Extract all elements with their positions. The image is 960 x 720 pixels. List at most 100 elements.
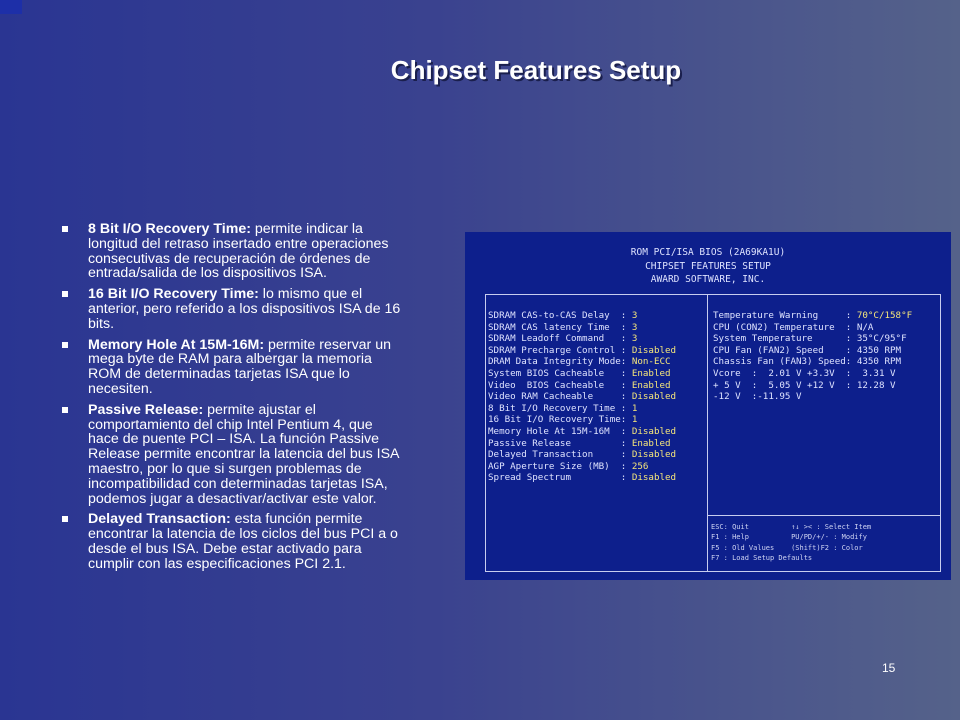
bios-horizontal-divider bbox=[708, 515, 940, 516]
setting-label: SDRAM CAS latency Time : bbox=[488, 321, 632, 333]
setting-value[interactable]: Enabled bbox=[632, 368, 671, 379]
bullet-item: 16 Bit I/O Recovery Time: lo mismo que e… bbox=[62, 287, 407, 331]
bios-key-help: ESC: Quit ↑↓ >< : Select Item F1 : Help … bbox=[711, 522, 871, 564]
monitor-value: 4350 RPM bbox=[856, 356, 902, 368]
setting-label: Passive Release : bbox=[488, 437, 632, 449]
bios-setting-row[interactable]: SDRAM Leadoff Command : 3 bbox=[488, 333, 676, 345]
monitor-row[interactable]: Temperature Warning : 70°C/158°F bbox=[713, 310, 912, 322]
monitor-label: System Temperature : bbox=[713, 333, 857, 345]
monitor-value: 35°C/95°F bbox=[856, 333, 907, 345]
setting-value[interactable]: Non-ECC bbox=[632, 356, 671, 367]
setting-value[interactable]: 256 bbox=[632, 461, 649, 472]
bios-setting-row[interactable]: DRAM Data Integrity Mode: Non-ECC bbox=[488, 356, 676, 368]
square-bullet-icon bbox=[62, 516, 68, 523]
setting-label: SDRAM CAS-to-CAS Delay : bbox=[488, 310, 632, 321]
setting-value[interactable]: Enabled bbox=[632, 438, 671, 449]
bios-setting-row[interactable]: 8 Bit I/O Recovery Time : 1 bbox=[488, 403, 676, 415]
bullet-term: Passive Release: bbox=[88, 401, 204, 418]
key-help-line: F5 : Old Values (Shift)F2 : Color bbox=[711, 543, 863, 552]
bullet-item: Passive Release: permite ajustar el comp… bbox=[62, 401, 407, 507]
setting-label: AGP Aperture Size (MB) : bbox=[488, 460, 632, 472]
setting-label: 16 Bit I/O Recovery Time: bbox=[488, 414, 632, 426]
bios-setting-row[interactable]: Passive Release : Enabled bbox=[488, 438, 676, 450]
setting-label: DRAM Data Integrity Mode: bbox=[488, 356, 632, 368]
monitor-value[interactable]: 70°C/158°F bbox=[857, 310, 912, 321]
square-bullet-icon bbox=[62, 226, 68, 232]
bios-setting-row[interactable]: SDRAM Precharge Control : Disabled bbox=[488, 345, 676, 357]
square-bullet-icon bbox=[62, 406, 68, 413]
corner-mark bbox=[0, 0, 22, 14]
monitor-label: CPU Fan (FAN2) Speed : bbox=[713, 344, 857, 356]
monitor-value: 4350 RPM bbox=[856, 344, 902, 356]
setting-value[interactable]: 1 bbox=[632, 414, 638, 425]
monitor-label: Chassis Fan (FAN3) Speed: bbox=[713, 356, 857, 368]
bios-setting-row[interactable]: Memory Hole At 15M-16M : Disabled bbox=[488, 426, 676, 438]
bios-settings-frame: SDRAM CAS-to-CAS Delay : 3 SDRAM CAS lat… bbox=[485, 294, 941, 572]
bullet-term: 16 Bit I/O Recovery Time: bbox=[88, 286, 259, 303]
bullet-list: 8 Bit I/O Recovery Time: permite indicar… bbox=[62, 222, 407, 578]
slide-title: Chipset Features Setup bbox=[390, 55, 682, 85]
setting-label: Spread Spectrum : bbox=[488, 472, 632, 484]
setting-value[interactable]: Enabled bbox=[632, 380, 671, 391]
key-help-line: F7 : Load Setup Defaults bbox=[711, 554, 813, 563]
setting-value[interactable]: 1 bbox=[632, 403, 638, 414]
chipset-settings-list: SDRAM CAS-to-CAS Delay : 3 SDRAM CAS lat… bbox=[488, 310, 676, 484]
bullet-term: Delayed Transaction: bbox=[88, 511, 231, 528]
monitor-row: Chassis Fan (FAN3) Speed: 4350 RPM bbox=[713, 356, 912, 368]
bullet-item: 8 Bit I/O Recovery Time: permite indicar… bbox=[62, 222, 407, 281]
bios-header-line: AWARD SOFTWARE, INC. bbox=[650, 274, 766, 285]
bios-setting-row[interactable]: 16 Bit I/O Recovery Time: 1 bbox=[488, 414, 676, 426]
setting-label: Video BIOS Cacheable : bbox=[488, 379, 632, 391]
bullet-term: Memory Hole At 15M-16M: bbox=[88, 336, 265, 353]
monitor-value: N/A bbox=[856, 321, 874, 333]
bios-setting-row[interactable]: Video RAM Cacheable : Disabled bbox=[488, 391, 676, 403]
monitor-row: -12 V :-11.95 V bbox=[713, 391, 912, 403]
monitor-row: + 5 V : 5.05 V +12 V : 12.28 V bbox=[713, 380, 912, 392]
monitor-label: CPU (CON2) Temperature : bbox=[713, 321, 857, 333]
setting-label: 8 Bit I/O Recovery Time : bbox=[488, 402, 632, 414]
bullet-text: permite ajustar el comportamiento del ch… bbox=[88, 401, 399, 507]
square-bullet-icon bbox=[62, 291, 68, 298]
setting-label: Memory Hole At 15M-16M : bbox=[488, 425, 632, 437]
setting-label: Video RAM Cacheable : bbox=[488, 391, 632, 403]
setting-value[interactable]: Disabled bbox=[632, 345, 676, 356]
hardware-monitor-list: Temperature Warning : 70°C/158°F CPU (CO… bbox=[713, 310, 912, 403]
bios-setting-row[interactable]: Spread Spectrum : Disabled bbox=[488, 472, 676, 484]
bullet-item: Delayed Transaction: esta función permit… bbox=[62, 512, 407, 571]
setting-value[interactable]: 3 bbox=[632, 322, 638, 333]
setting-value[interactable]: Disabled bbox=[632, 426, 676, 437]
page-number: 15 bbox=[882, 661, 896, 675]
bios-screenshot: ROM PCI/ISA BIOS (2A69KA1U) CHIPSET FEAT… bbox=[465, 232, 951, 580]
bios-header-line: ROM PCI/ISA BIOS (2A69KA1U) bbox=[630, 247, 786, 258]
monitor-row: CPU (CON2) Temperature : N/A bbox=[713, 322, 912, 334]
setting-label: SDRAM Precharge Control : bbox=[488, 344, 632, 356]
setting-value[interactable]: Disabled bbox=[632, 391, 676, 402]
key-help-line: ESC: Quit ↑↓ >< : Select Item bbox=[711, 523, 872, 531]
bios-setting-row[interactable]: SDRAM CAS latency Time : 3 bbox=[488, 322, 676, 334]
monitor-label: -12 V :-11.95 V bbox=[713, 391, 802, 403]
bios-setting-row[interactable]: System BIOS Cacheable : Enabled bbox=[488, 368, 676, 380]
monitor-row: System Temperature : 35°C/95°F bbox=[713, 333, 912, 345]
setting-label: Delayed Transaction : bbox=[488, 449, 632, 461]
bullet-term: 8 Bit I/O Recovery Time: bbox=[88, 221, 251, 237]
bios-setting-row[interactable]: Video BIOS Cacheable : Enabled bbox=[488, 380, 676, 392]
setting-label: System BIOS Cacheable : bbox=[488, 367, 632, 379]
bios-setting-row[interactable]: AGP Aperture Size (MB) : 256 bbox=[488, 461, 676, 473]
bullet-item: Memory Hole At 15M-16M: permite reservar… bbox=[62, 336, 407, 397]
bios-header: ROM PCI/ISA BIOS (2A69KA1U) CHIPSET FEAT… bbox=[465, 246, 951, 287]
monitor-row: Vcore : 2.01 V +3.3V : 3.31 V bbox=[713, 368, 912, 380]
monitor-label: Vcore : 2.01 V +3.3V : 3.31 V bbox=[713, 367, 896, 379]
key-help-line: F1 : Help PU/PD/+/- : Modify bbox=[711, 533, 867, 542]
monitor-row: CPU Fan (FAN2) Speed : 4350 RPM bbox=[713, 345, 912, 357]
setting-value[interactable]: Disabled bbox=[632, 472, 676, 483]
setting-value[interactable]: Disabled bbox=[632, 449, 676, 460]
bios-setting-row[interactable]: SDRAM CAS-to-CAS Delay : 3 bbox=[488, 310, 676, 322]
setting-value[interactable]: 3 bbox=[632, 310, 638, 321]
monitor-label: + 5 V : 5.05 V +12 V : 12.28 V bbox=[713, 379, 896, 391]
bios-vertical-divider bbox=[707, 295, 708, 571]
setting-value[interactable]: 3 bbox=[632, 333, 638, 344]
bios-setting-row[interactable]: Delayed Transaction : Disabled bbox=[488, 449, 676, 461]
bios-header-line: CHIPSET FEATURES SETUP bbox=[645, 260, 771, 272]
monitor-label: Temperature Warning : bbox=[713, 310, 857, 321]
setting-label: SDRAM Leadoff Command : bbox=[488, 333, 632, 345]
